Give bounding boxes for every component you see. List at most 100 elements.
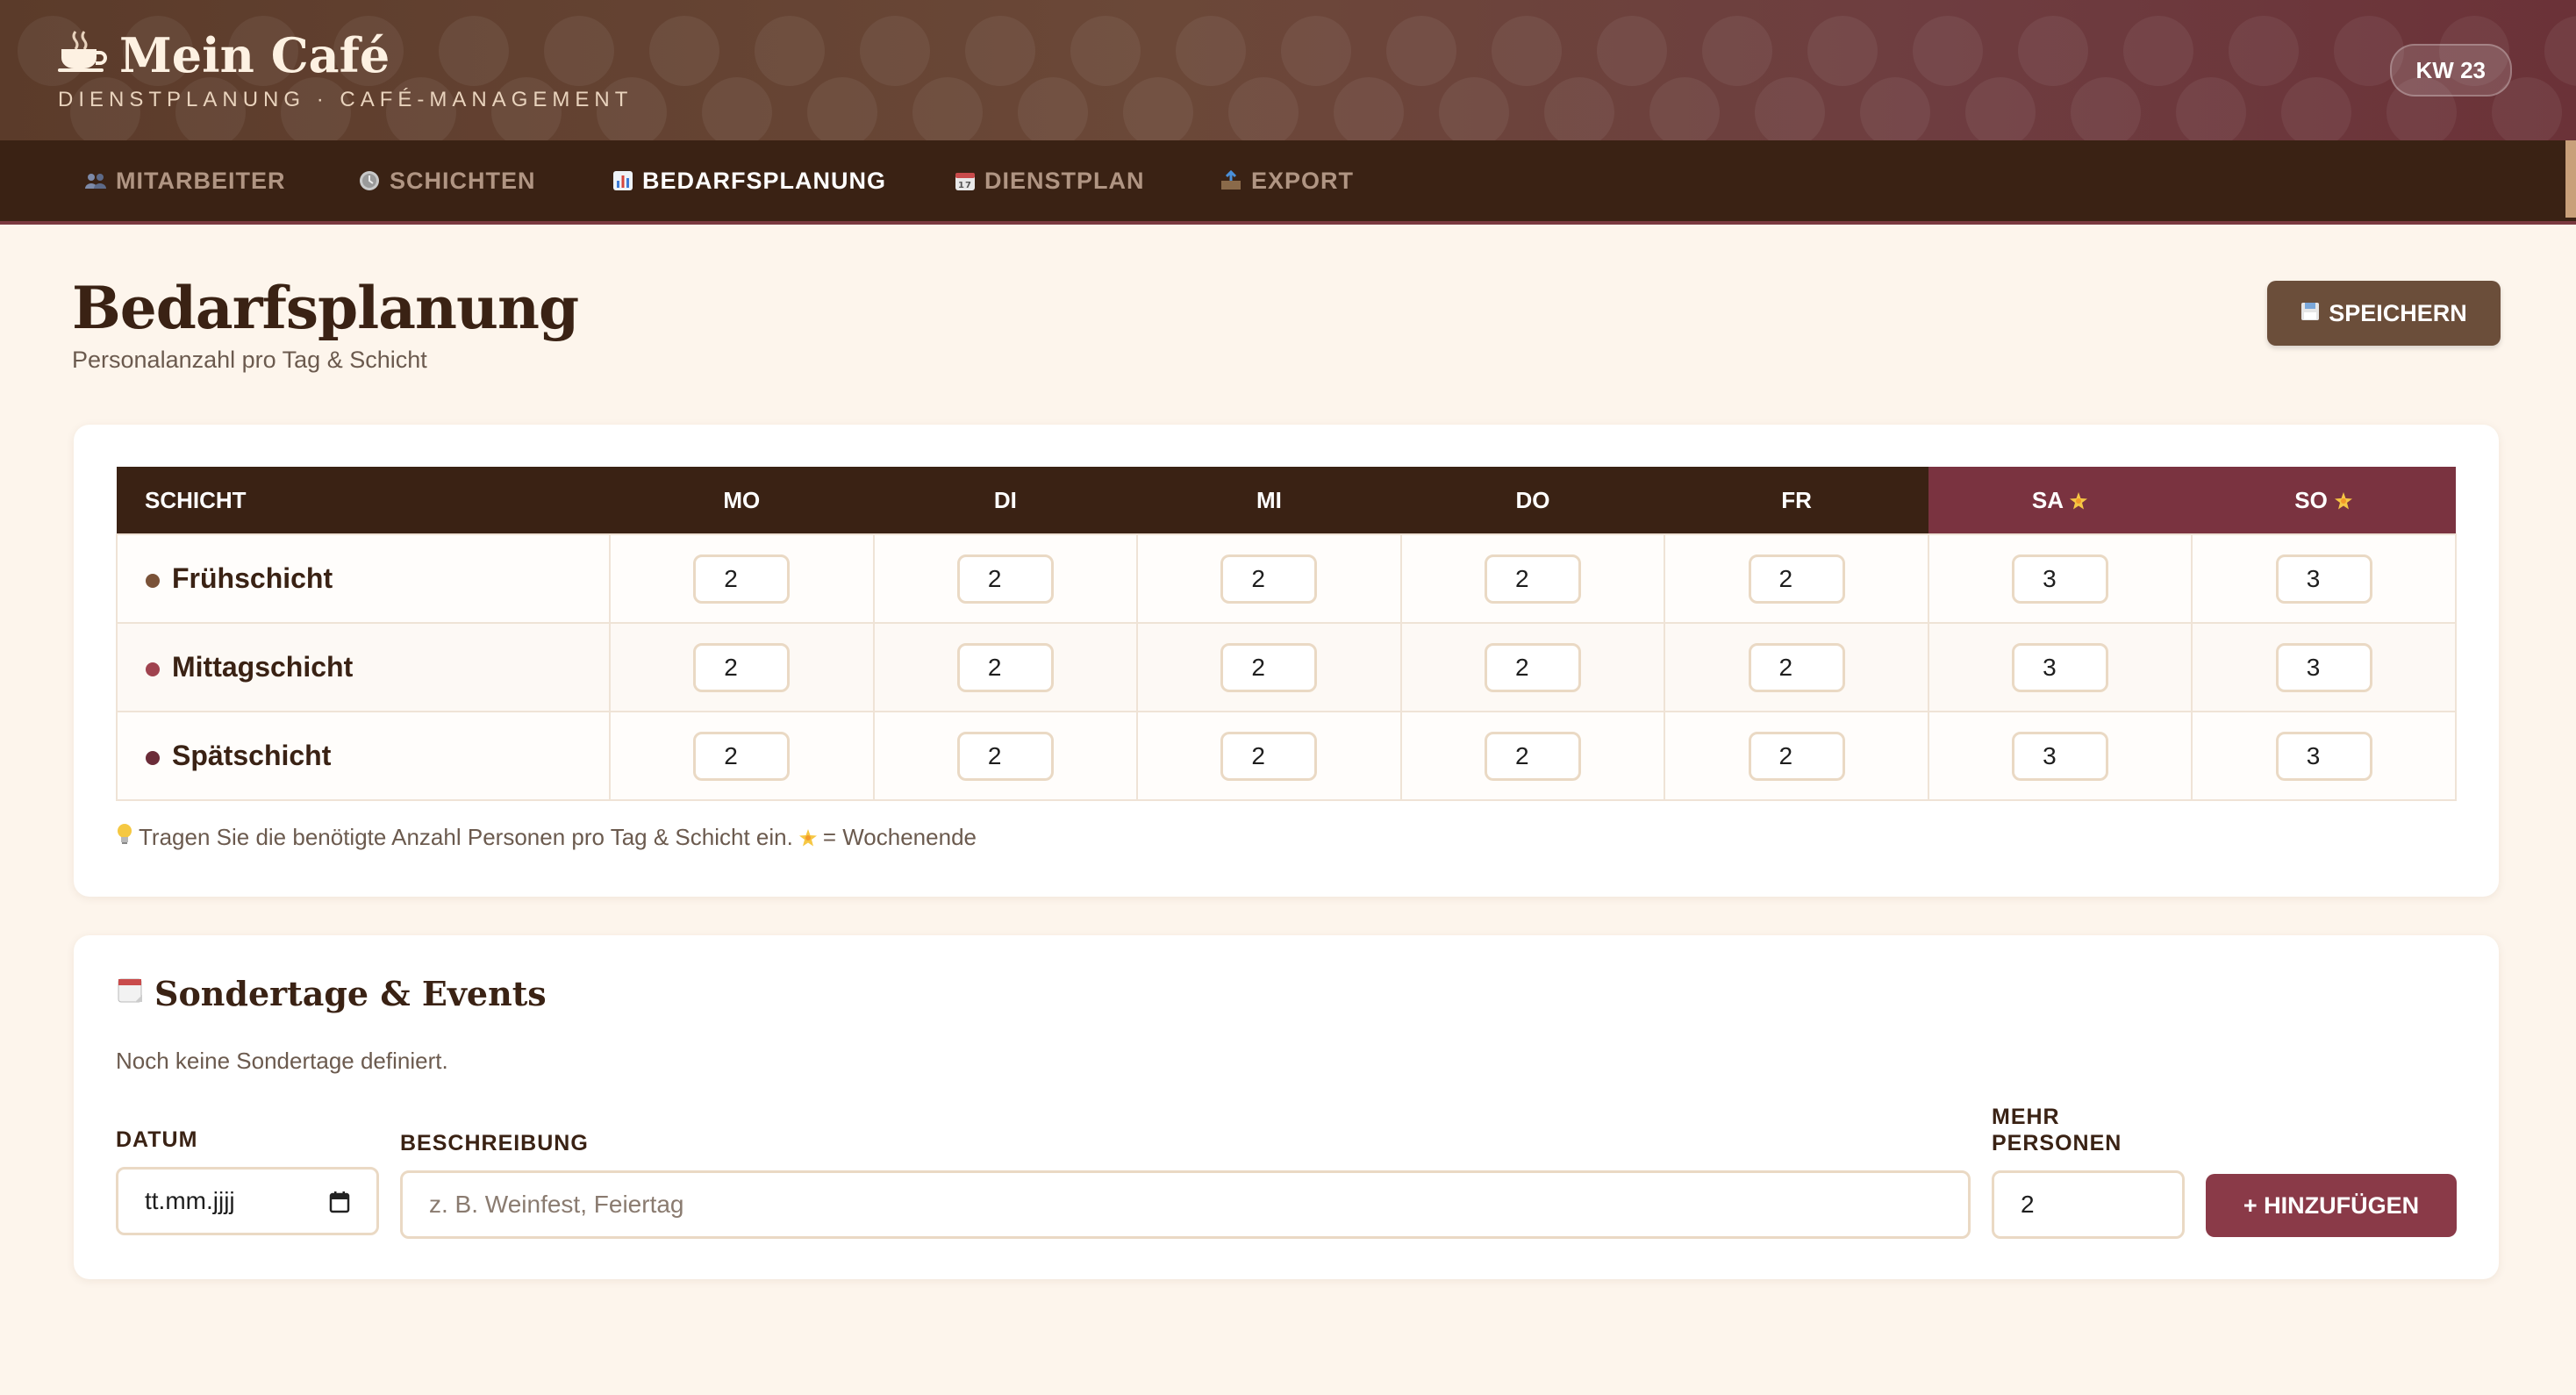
table-row: Frühschicht 2 2 2 2 2 3 3 xyxy=(116,533,2457,624)
pattern-dot xyxy=(1702,16,1772,86)
shift-name-cell: Frühschicht xyxy=(116,533,611,624)
pattern-dot xyxy=(1386,16,1456,86)
pattern-dot xyxy=(1597,16,1667,86)
demand-input[interactable]: 3 xyxy=(2275,554,2372,604)
nav-tab-dienstplan[interactable]: 17 DIENSTPLAN xyxy=(955,140,1145,221)
shift-name: Frühschicht xyxy=(172,562,333,594)
demand-input[interactable]: 2 xyxy=(693,554,791,604)
pattern-dot xyxy=(1492,16,1562,86)
pattern-dot xyxy=(965,16,1035,86)
column-header-schicht: SCHICHT xyxy=(117,467,610,534)
demand-input[interactable]: 2 xyxy=(1748,554,1845,604)
description-label: BESCHREIBUNG xyxy=(400,1131,589,1155)
demand-input[interactable]: 2 xyxy=(956,554,1054,604)
pattern-dot xyxy=(2176,77,2246,140)
lightbulb-icon xyxy=(116,823,133,852)
more-persons-input[interactable]: 2 xyxy=(1992,1170,2185,1239)
demand-cell: 2 xyxy=(872,622,1139,712)
pattern-dot xyxy=(2544,16,2576,86)
add-special-day-button[interactable]: + HINZUFÜGEN xyxy=(2206,1174,2457,1237)
description-input[interactable]: z. B. Weinfest, Feiertag xyxy=(400,1170,1971,1239)
app-header: Mein Café DIENSTPLANUNG · CAFÉ-MANAGEMEN… xyxy=(0,0,2576,140)
pattern-dot xyxy=(2018,16,2088,86)
demand-cell: 2 xyxy=(609,622,875,712)
demand-cell: 2 xyxy=(609,533,875,624)
column-header-fr: FR xyxy=(1664,467,1928,534)
demand-input[interactable]: 2 xyxy=(1220,731,1318,781)
pattern-dot xyxy=(1176,16,1246,86)
nav-tab-label: BEDARFSPLANUNG xyxy=(642,168,887,194)
demand-cell: 3 xyxy=(2191,622,2457,712)
demand-input[interactable]: 2 xyxy=(1220,554,1318,604)
demand-input[interactable]: 2 xyxy=(693,731,791,781)
day-label: SO xyxy=(2294,486,2328,513)
column-header-mi: MI xyxy=(1137,467,1401,534)
demand-cell: 2 xyxy=(872,533,1139,624)
special-days-card: Sondertage & Events Noch keine Sondertag… xyxy=(74,935,2499,1279)
nav-tab-bedarfsplanung[interactable]: BEDARFSPLANUNG xyxy=(612,140,886,221)
pattern-dot xyxy=(1913,16,1983,86)
demand-input[interactable]: 3 xyxy=(2275,731,2372,781)
pattern-dot xyxy=(1755,77,1825,140)
description-placeholder: z. B. Weinfest, Feiertag xyxy=(429,1191,684,1218)
demand-input[interactable]: 2 xyxy=(1484,642,1581,692)
pattern-dot xyxy=(755,16,825,86)
column-header-di: DI xyxy=(873,467,1138,534)
nav-scrollbar[interactable] xyxy=(2565,140,2576,218)
demand-input[interactable]: 3 xyxy=(2012,554,2109,604)
pattern-dot xyxy=(1965,77,2036,140)
save-button[interactable]: SPEICHERN xyxy=(2267,281,2501,346)
demand-input[interactable]: 2 xyxy=(1220,642,1318,692)
demand-input[interactable]: 2 xyxy=(1484,731,1581,781)
demand-cell: 2 xyxy=(1399,533,1666,624)
more-persons-label-line1: MEHR xyxy=(1992,1105,2060,1129)
calendar-icon xyxy=(116,974,146,1013)
shift-name: Spätschicht xyxy=(172,740,332,771)
page-title: Bedarfsplanung xyxy=(72,274,579,342)
nav-tab-label: MITARBEITER xyxy=(116,168,286,194)
demand-input[interactable]: 2 xyxy=(693,642,791,692)
demand-input[interactable]: 3 xyxy=(2012,642,2109,692)
shift-color-dot xyxy=(146,573,160,588)
people-icon xyxy=(84,171,107,190)
floppy-disk-icon xyxy=(2301,300,2320,327)
demand-input[interactable]: 2 xyxy=(956,731,1054,781)
demand-cell: 2 xyxy=(1136,622,1402,712)
demand-cell: 2 xyxy=(1664,533,1929,624)
nav-tab-export[interactable]: EXPORT xyxy=(1220,140,1354,221)
demand-cell: 2 xyxy=(1664,711,1929,801)
hint-legend: = Wochenende xyxy=(822,824,977,850)
table-hint: Tragen Sie die benötigte Anzahl Personen… xyxy=(116,823,977,852)
demand-input[interactable]: 2 xyxy=(1748,642,1845,692)
demand-cell: 2 xyxy=(872,711,1139,801)
demand-cell: 2 xyxy=(609,711,875,801)
pattern-dot xyxy=(1334,77,1404,140)
more-persons-label: MEHR PERSONEN xyxy=(1992,1104,2122,1156)
demand-input[interactable]: 3 xyxy=(2275,642,2372,692)
shift-name-cell: Spätschicht xyxy=(116,711,611,801)
demand-input[interactable]: 3 xyxy=(2012,731,2109,781)
table-header-row: SCHICHT MO DI MI DO FR SA SO xyxy=(117,467,2456,534)
bar-chart-icon xyxy=(612,170,633,191)
demand-input[interactable]: 2 xyxy=(956,642,1054,692)
pattern-dot xyxy=(1860,77,1930,140)
more-persons-label-line2: PERSONEN xyxy=(1992,1131,2122,1155)
pattern-dot xyxy=(860,16,930,86)
nav-tab-mitarbeiter[interactable]: MITARBEITER xyxy=(84,140,286,221)
date-input[interactable]: tt.mm.jjjj xyxy=(116,1167,379,1235)
week-badge[interactable]: KW 23 xyxy=(2389,44,2512,97)
demand-cell: 2 xyxy=(1399,622,1666,712)
demand-input[interactable]: 2 xyxy=(1484,554,1581,604)
calendar-icon: 17 xyxy=(955,170,976,191)
nav-tab-schichten[interactable]: SCHICHTEN xyxy=(358,140,536,221)
weekend-star-icon xyxy=(798,824,818,851)
column-header-mo: MO xyxy=(610,467,874,534)
demand-input[interactable]: 2 xyxy=(1748,731,1845,781)
calendar-picker-icon[interactable] xyxy=(329,1191,350,1220)
pattern-dot xyxy=(1544,77,1614,140)
demand-cell: 3 xyxy=(2191,533,2457,624)
column-header-do: DO xyxy=(1400,467,1665,534)
pattern-dot xyxy=(1228,77,1299,140)
pattern-dot xyxy=(1070,16,1141,86)
demand-cell: 2 xyxy=(1399,711,1666,801)
